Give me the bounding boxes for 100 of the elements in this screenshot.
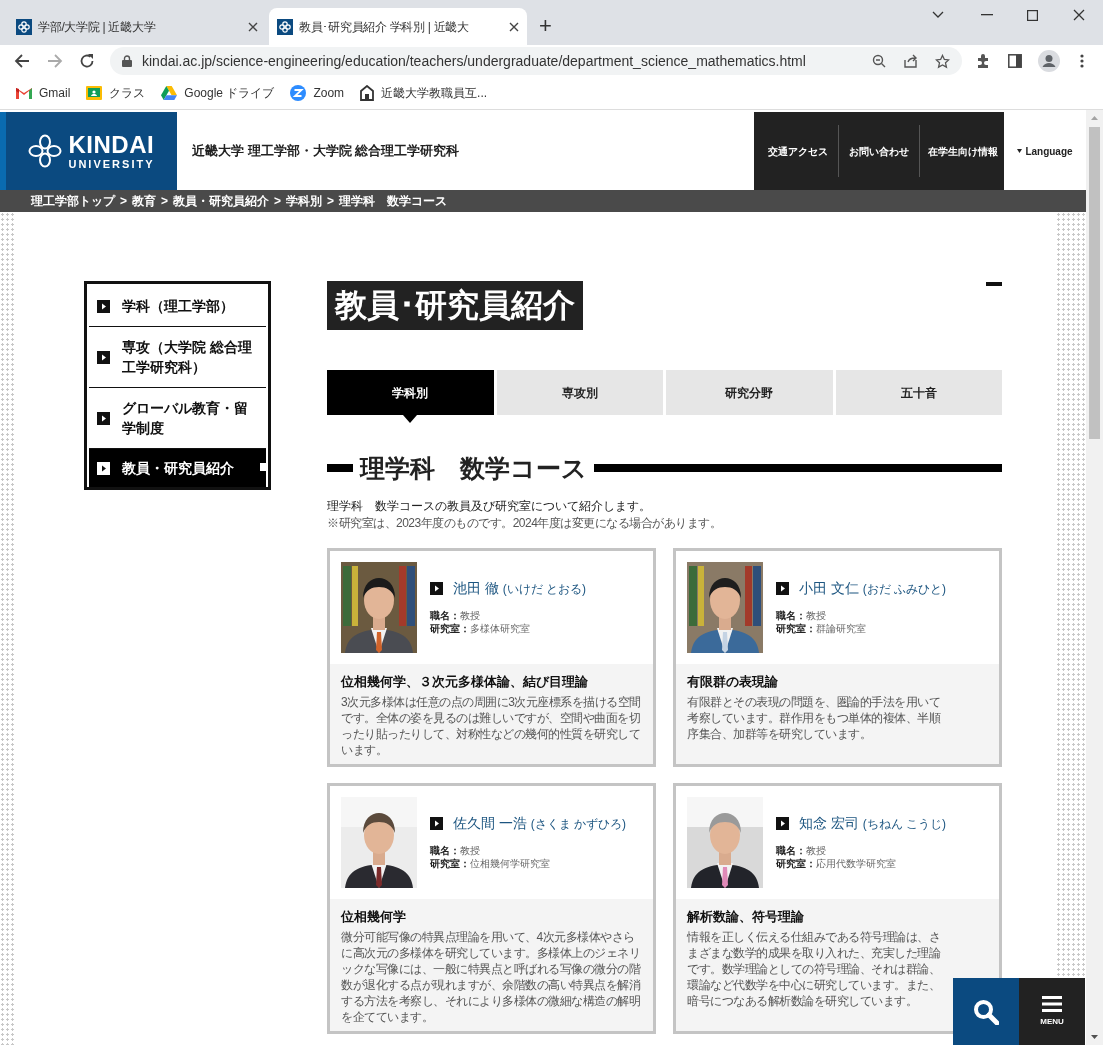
research-topic: 有限群の表現論 [687, 673, 779, 691]
menu-button[interactable]: MENU [1019, 978, 1085, 1045]
back-arrow-icon[interactable] [14, 53, 30, 69]
play-square-icon [97, 299, 110, 313]
play-square-icon [97, 350, 110, 364]
bookmark-link[interactable]: Zoom [290, 84, 345, 102]
section-heading: 理学科 数学コース [360, 453, 587, 484]
profile-avatar-icon[interactable] [1038, 50, 1060, 72]
lab-text: 研究室：群論研究室 [776, 622, 867, 635]
close-icon[interactable] [248, 21, 258, 32]
nav-link[interactable]: 交通アクセス [758, 143, 838, 159]
zoom-out-icon[interactable] [872, 54, 886, 68]
play-square-icon [430, 582, 443, 595]
play-square-icon [97, 461, 110, 475]
breadcrumb-separator: > [161, 193, 169, 210]
close-icon[interactable] [509, 21, 519, 32]
faculty-name-link[interactable]: 佐久間 一浩 (さくま かずひろ) [453, 813, 627, 834]
drive-triangle-icon [161, 86, 178, 100]
position-text: 職名：教授 [776, 844, 827, 857]
faculty-name-link[interactable]: 知念 宏司 (ちねん こうじ) [799, 813, 947, 834]
nav-link[interactable]: お問い合わせ [839, 143, 919, 159]
close-icon[interactable] [1073, 9, 1085, 21]
lab-text: 研究室：多様体研究室 [430, 622, 531, 635]
position-text: 職名：教授 [776, 609, 827, 622]
chevron-down-icon[interactable] [932, 11, 944, 19]
bookmark-link[interactable]: クラス [86, 84, 146, 102]
star-icon[interactable] [935, 53, 950, 69]
position-text: 職名：教授 [430, 609, 481, 622]
search-button[interactable] [953, 978, 1019, 1045]
more-menu-icon[interactable] [1080, 54, 1084, 68]
search-icon [973, 998, 999, 1025]
classroom-board-icon [86, 86, 103, 100]
scrollbar-thumb[interactable] [1089, 127, 1100, 439]
logo-subtitle: UNIVERSITY [68, 158, 155, 170]
research-topic: 位相幾何学、３次元多様体論、結び目理論 [341, 673, 589, 691]
share-icon[interactable] [903, 54, 918, 68]
breadcrumb-link[interactable]: 理学科 数学コース [339, 192, 448, 210]
breadcrumb-separator: > [327, 193, 335, 210]
category-tab[interactable]: 研究分野 [666, 370, 833, 415]
play-square-icon [97, 411, 110, 425]
site-favicon-icon [16, 18, 32, 35]
position-text: 職名：教授 [430, 844, 481, 857]
research-topic: 位相幾何学 [341, 908, 407, 926]
category-tab[interactable]: 学科別 [327, 370, 494, 415]
logo-wordmark: KINDAI [68, 132, 155, 157]
reload-icon[interactable] [79, 53, 95, 69]
nav-link[interactable]: 在学生向け情報 [920, 143, 1000, 159]
zoom-logo-icon [290, 85, 307, 101]
bookmark-link[interactable]: 近畿大学教職員互... [360, 84, 488, 102]
category-tab[interactable]: 五十音 [835, 370, 1002, 415]
browser-tab[interactable]: 学部/大学院 | 近畿大学 [8, 8, 266, 45]
site-title: 近畿大学 理工学部・大学院 総合理工学研究科 [191, 142, 461, 161]
sidebar-item[interactable]: 教員・研究員紹介 [89, 449, 266, 487]
gmail-envelope-icon [16, 87, 32, 99]
menu-icon [1042, 995, 1062, 1012]
breadcrumb-link[interactable]: 教員・研究員紹介 [173, 192, 270, 210]
puzzle-piece-icon[interactable] [975, 53, 991, 69]
bookmark-link[interactable]: Gmail [16, 84, 71, 102]
faculty-name-link[interactable]: 池田 徹 (いけだ とおる) [453, 578, 587, 599]
language-label[interactable]: Language [1025, 143, 1073, 159]
page-title: 教員･研究員紹介 [327, 281, 583, 330]
research-description: 微分可能写像の特異点理論を用いて、4次元多様体やさらに高次元の多様体を研究しています。多様体上のジェネリックな写像には、一般に特異点と呼ばれる写像の微分の階数が退化する点が現れますが、余階数の高い特異点を解消する方法を考察し、それにより多様体の微細な構造の解明を企てています。 [341, 929, 642, 1025]
category-tab[interactable]: 専攻別 [496, 370, 663, 415]
research-description: 情報を正しく伝える仕組みである符号理論は、さまざまな数学的成果を取り入れた、充実した理論です。数学理論としての符号理論、それは群論、環論など代数学を中心に研究しています。また、暗号につなある解析数論を研究しています。 [687, 929, 942, 1009]
faculty-name-link[interactable]: 小田 文仁 (おだ ふみひと) [799, 578, 947, 599]
breadcrumb-link[interactable]: 学科別 [286, 192, 323, 210]
heading-bar [327, 464, 353, 472]
tab-title: 教員･研究員紹介 学科別 | 近畿大 [299, 18, 470, 36]
house-outline-icon [360, 85, 375, 101]
play-square-icon [776, 582, 789, 595]
research-description: 有限群とその表現の問題を、圏論的手法を用いて考察しています。群作用をもつ単体的複体、半順序集合、加群等を研究しています。 [687, 694, 942, 742]
breadcrumb-link[interactable]: 理工学部トップ [31, 192, 115, 210]
tab-title: 学部/大学院 | 近畿大学 [38, 18, 157, 36]
breadcrumb-link[interactable]: 教育 [132, 192, 156, 210]
play-square-icon [776, 817, 789, 830]
address-bar[interactable]: kindai.ac.jp/science-engineering/education/teachers/undergraduate/department_science_mathematics.html [110, 47, 962, 75]
minimize-icon[interactable] [981, 14, 993, 16]
intro-text: 理学科 数学コースの教員及び研究室について紹介します。 [327, 498, 652, 515]
language-menu[interactable]: Language [1004, 112, 1086, 190]
breadcrumb-separator: > [120, 193, 127, 210]
site-favicon-icon [277, 18, 293, 35]
url-text: kindai.ac.jp/science-engineering/education/teachers/undergraduate/department_science_mathematics.html [142, 51, 807, 71]
side-panel-icon[interactable] [1008, 54, 1022, 68]
breadcrumb-separator: > [274, 193, 282, 210]
maximize-icon[interactable] [1027, 9, 1038, 21]
browser-tab[interactable]: 教員･研究員紹介 学科別 | 近畿大 [269, 8, 527, 45]
note-text: ※研究室は、2023年度のものです。2024年度は変更になる場合があります。 [327, 515, 723, 531]
tab-pointer-icon [403, 415, 418, 423]
lab-text: 研究室：応用代数学研究室 [776, 857, 897, 870]
research-topic: 解析数論、符号理論 [687, 908, 805, 926]
research-description: 3次元多様体は任意の点の周囲に3次元座標系を描ける空間です。全体の姿を見るのは難しいですが、空間や曲面を切ったり貼ったりして、対称性などの幾何的性質を研究しています。 [341, 694, 642, 758]
lock-icon [122, 55, 132, 67]
flower-emblem-icon [28, 134, 63, 168]
lab-text: 研究室：位相幾何学研究室 [430, 857, 551, 870]
new-tab-button[interactable]: + [539, 15, 552, 37]
university-logo[interactable]: KINDAI UNIVERSITY [0, 112, 177, 190]
bookmark-link[interactable]: Google ドライブ [161, 84, 275, 102]
active-marker [260, 463, 268, 471]
play-square-icon [430, 817, 443, 830]
caret-icon [1017, 149, 1023, 153]
